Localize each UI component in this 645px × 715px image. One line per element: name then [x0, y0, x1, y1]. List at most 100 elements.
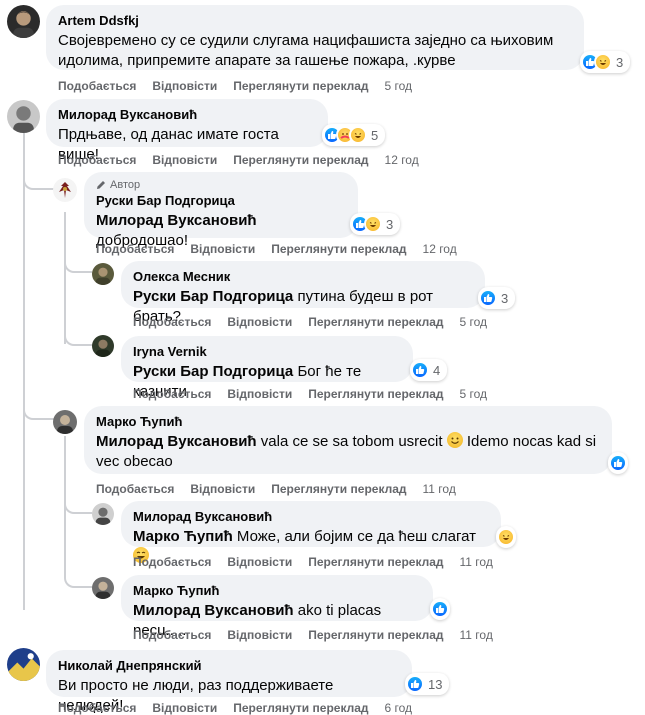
comment-timestamp[interactable]: 12 год: [385, 152, 419, 168]
mention[interactable]: Милорад Вуксановић: [96, 433, 257, 450]
comment-author[interactable]: Марко Ћупић: [96, 414, 600, 430]
reaction-summary[interactable]: 3: [478, 287, 516, 309]
comment-timestamp[interactable]: 5 год: [460, 386, 488, 402]
comment-timestamp[interactable]: 5 год: [460, 314, 488, 330]
thread-line: [23, 130, 25, 610]
avatar[interactable]: [53, 410, 77, 434]
like-button[interactable]: Подобається: [96, 481, 174, 497]
reaction-summary[interactable]: 13: [405, 673, 450, 695]
comment-author[interactable]: Милорад Вуксановић: [58, 107, 316, 123]
thread-connector: [64, 328, 92, 346]
comment-actions: Подобається Відповісти Переглянути перек…: [58, 78, 412, 94]
comment-bubble: Милорад Вуксановић Марко Ћупић Може, али…: [121, 501, 501, 563]
reply-button[interactable]: Відповісти: [152, 700, 217, 715]
translate-button[interactable]: Переглянути переклад: [233, 700, 368, 715]
avatar[interactable]: [92, 503, 114, 525]
avatar[interactable]: [53, 178, 77, 202]
like-button[interactable]: Подобається: [133, 386, 211, 402]
reaction-summary[interactable]: 3: [350, 213, 401, 235]
comment-timestamp[interactable]: 12 год: [423, 241, 457, 257]
reaction-summary[interactable]: 3: [580, 51, 631, 73]
translate-button[interactable]: Переглянути переклад: [233, 152, 368, 168]
reaction-count: 4: [433, 362, 441, 378]
avatar[interactable]: [7, 5, 40, 38]
mention[interactable]: Руски Бар Подгорица: [133, 363, 293, 380]
translate-button[interactable]: Переглянути переклад: [308, 314, 443, 330]
comment-text: Милорад Вуксановић vala ce se sa tobom u…: [96, 432, 597, 470]
mention[interactable]: Руски Бар Подгорица: [133, 288, 293, 305]
like-button[interactable]: Подобається: [58, 152, 136, 168]
comment-actions: Подобається Відповісти Переглянути перек…: [96, 241, 457, 257]
reply-button[interactable]: Відповісти: [152, 78, 217, 94]
reply-button[interactable]: Відповісти: [190, 241, 255, 257]
reaction-count: 3: [616, 54, 624, 70]
comment-author[interactable]: Artem Ddsfkj: [58, 13, 572, 29]
like-button[interactable]: Подобається: [133, 554, 211, 570]
comment-author[interactable]: Iryna Vernik: [133, 344, 401, 360]
reaction-summary[interactable]: [608, 452, 628, 474]
thread-connector: [23, 400, 57, 420]
comment-author[interactable]: Руски Бар Подгорица: [96, 193, 346, 209]
translate-button[interactable]: Переглянути переклад: [308, 627, 443, 643]
reaction-count: 13: [428, 676, 443, 692]
reply-button[interactable]: Відповісти: [227, 386, 292, 402]
like-button[interactable]: Подобається: [133, 627, 211, 643]
like-button[interactable]: Подобається: [133, 314, 211, 330]
comment-timestamp[interactable]: 11 год: [460, 627, 493, 643]
reaction-count: 5: [371, 127, 379, 143]
comment-bubble: Artem Ddsfkj Својевремено су се судили с…: [46, 5, 584, 70]
translate-button[interactable]: Переглянути переклад: [308, 386, 443, 402]
comment-actions: Подобається Відповісти Переглянути перек…: [58, 152, 419, 168]
comment-actions: Подобається Відповісти Переглянути перек…: [133, 314, 487, 330]
thread-connector: [64, 255, 92, 273]
comment-bubble: Олекса Месник Руски Бар Подгорица путина…: [121, 261, 485, 325]
reaction-summary[interactable]: 4: [410, 359, 448, 381]
like-reaction-icon: [609, 454, 627, 472]
avatar[interactable]: [7, 648, 40, 681]
comment-bubble: Марко Ћупић Милорад Вуксановић ako ti pl…: [121, 575, 433, 639]
comment-author[interactable]: Николай Днепрянский: [58, 658, 400, 674]
author-badge-label: Автор: [110, 179, 141, 191]
translate-button[interactable]: Переглянути переклад: [308, 554, 443, 570]
comment-timestamp[interactable]: 11 год: [423, 481, 456, 497]
translate-button[interactable]: Переглянути переклад: [271, 481, 406, 497]
comment-timestamp[interactable]: 6 год: [385, 700, 413, 715]
mention[interactable]: Марко Ћупић: [133, 528, 233, 545]
author-badge: Автор: [96, 178, 346, 192]
reaction-count: 3: [386, 216, 394, 232]
avatar[interactable]: [7, 100, 40, 133]
comment-author[interactable]: Марко Ћупић: [133, 583, 421, 599]
avatar[interactable]: [92, 263, 114, 285]
haha-reaction-icon: [497, 528, 515, 546]
avatar[interactable]: [92, 335, 114, 357]
reply-button[interactable]: Відповісти: [227, 627, 292, 643]
reaction-summary[interactable]: [496, 526, 516, 548]
mention[interactable]: Милорад Вуксановић: [96, 212, 257, 229]
reply-button[interactable]: Відповісти: [190, 481, 255, 497]
reaction-summary[interactable]: 5: [322, 124, 386, 146]
comment-actions: Подобається Відповісти Переглянути перек…: [133, 386, 487, 402]
comment-author[interactable]: Олекса Месник: [133, 269, 473, 285]
comment-text: Својевремено су се судили слугама нацифа…: [58, 32, 554, 69]
like-button[interactable]: Подобається: [96, 241, 174, 257]
reply-button[interactable]: Відповісти: [227, 314, 292, 330]
comment-actions: Подобається Відповісти Переглянути перек…: [96, 481, 456, 497]
comment-timestamp[interactable]: 11 год: [460, 554, 493, 570]
reply-button[interactable]: Відповісти: [227, 554, 292, 570]
comment-bubble: Николай Днепрянский Ви просто не люди, р…: [46, 650, 412, 714]
smile-emoji-icon: [446, 432, 463, 448]
comment-timestamp[interactable]: 5 год: [385, 78, 413, 94]
like-reaction-icon: [431, 600, 449, 618]
mention[interactable]: Милорад Вуксановић: [133, 602, 294, 619]
comment-author[interactable]: Милорад Вуксановић: [133, 509, 489, 525]
translate-button[interactable]: Переглянути переклад: [233, 78, 368, 94]
avatar[interactable]: [92, 577, 114, 599]
like-button[interactable]: Подобається: [58, 700, 136, 715]
reaction-summary[interactable]: [430, 598, 450, 620]
thread-connector: [23, 170, 57, 190]
comment-bubble: Марко Ћупић Милорад Вуксановић vala ce s…: [84, 406, 612, 474]
translate-button[interactable]: Переглянути переклад: [271, 241, 406, 257]
like-button[interactable]: Подобається: [58, 78, 136, 94]
reply-button[interactable]: Відповісти: [152, 152, 217, 168]
comment-actions: Подобається Відповісти Переглянути перек…: [133, 554, 493, 570]
